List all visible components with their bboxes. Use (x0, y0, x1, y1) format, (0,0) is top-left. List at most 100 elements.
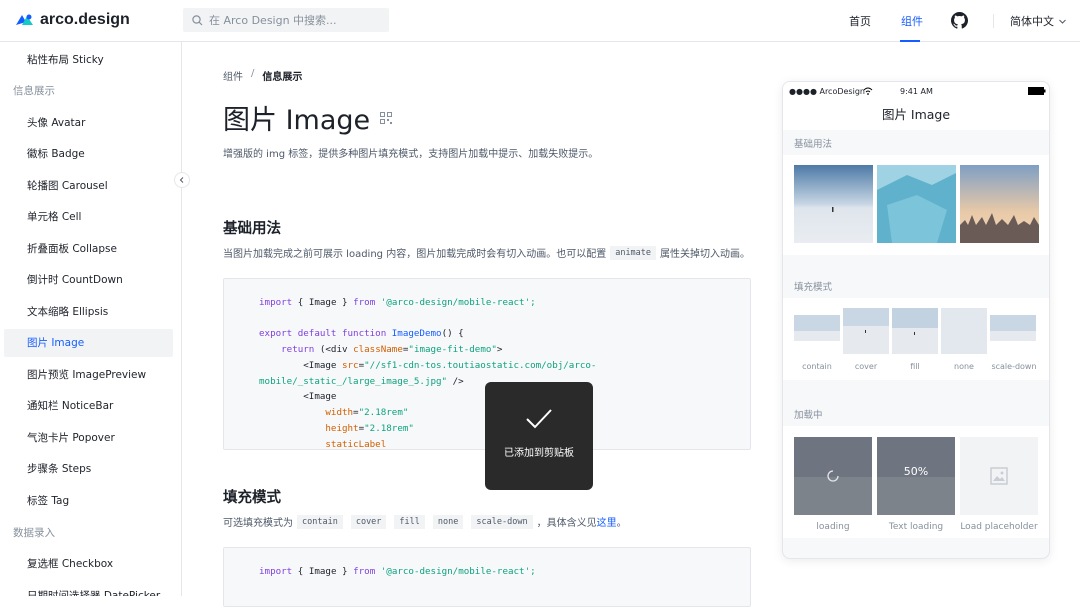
placeholder-image[interactable] (960, 437, 1038, 515)
search-box[interactable] (183, 8, 389, 32)
breadcrumb-parent[interactable]: 组件 (223, 68, 243, 83)
code-line: import { Image } from '@arco-design/mobi… (259, 297, 536, 308)
sidebar-item-cell[interactable]: 单元格 Cell (4, 203, 173, 231)
language-select[interactable]: 简体中文 (1010, 0, 1067, 42)
fill-tag-contain: contain (297, 514, 343, 529)
fit-label-contain: contain (802, 362, 832, 371)
check-icon (526, 409, 552, 429)
sidebar-item-noticebar[interactable]: 通知栏 NoticeBar (4, 392, 173, 420)
image-placeholder-icon (990, 467, 1008, 485)
sidebar-item-steps[interactable]: 步骤条 Steps (4, 455, 173, 483)
fill-desc-after: ，具体含义见 (536, 518, 597, 529)
fit-label-cover: cover (854, 362, 878, 371)
code-line: height="2.18rem" (259, 423, 414, 434)
fill-desc-before: 可选填充模式为 (223, 518, 293, 529)
nav-components[interactable]: 组件 (901, 0, 923, 42)
sidebar-item-checkbox[interactable]: 复选框 Checkbox (4, 550, 173, 578)
fit-label-fill: fill (910, 362, 920, 371)
loading-image[interactable] (794, 437, 872, 515)
phone-time: 9:41 AM (900, 86, 933, 96)
sidebar-item-avatar[interactable]: 头像 Avatar (4, 109, 173, 137)
sidebar-item-sticky[interactable]: 粘性布局 Sticky (4, 46, 173, 74)
mobile-preview: ●●●● ArcoDesign 9:41 AM 图片 Image 基础用法 填充… (782, 81, 1050, 559)
sidebar-item-collapse[interactable]: 折叠面板 Collapse (4, 235, 173, 263)
sidebar-group-input: 数据录入 (13, 527, 55, 539)
sidebar-item-carousel[interactable]: 轮播图 Carousel (4, 172, 173, 200)
sidebar-collapse-button[interactable] (174, 172, 190, 188)
nav-active-indicator (900, 40, 920, 42)
logo[interactable]: arco.design (16, 10, 130, 30)
sidebar-item-tag[interactable]: 标签 Tag (4, 487, 173, 515)
sample-image-city[interactable] (960, 165, 1039, 243)
phone-panel-basic (783, 155, 1049, 255)
sidebar-item-popover[interactable]: 气泡卡片 Popover (4, 424, 173, 452)
section-desc-fill: 可选填充模式为 contain cover fill none scale-do… (223, 514, 627, 529)
fill-doc-link[interactable]: 这里 (597, 514, 617, 529)
chevron-down-icon (1059, 19, 1066, 24)
section-title-basic: 基础用法 (223, 221, 281, 237)
sidebar-item-datepicker[interactable]: 日期时间选择器 DatePicker (4, 582, 173, 596)
fit-image-scale-down[interactable] (990, 315, 1036, 349)
fit-label-none: none (954, 362, 974, 371)
sidebar-group-display: 信息展示 (13, 85, 55, 97)
fit-image-contain[interactable] (794, 315, 840, 349)
phone-nav-title: 图片 Image (783, 100, 1049, 130)
fit-image-none[interactable] (941, 308, 987, 354)
basic-desc-tag: animate (610, 245, 657, 260)
divider (993, 14, 994, 28)
section-title-fill: 填充模式 (223, 490, 281, 506)
breadcrumb-separator: / (251, 68, 255, 79)
breadcrumb-current: 信息展示 (262, 72, 303, 83)
sidebar-item-imagepreview[interactable]: 图片预览 ImagePreview (4, 361, 173, 389)
qrcode-icon[interactable] (380, 111, 393, 124)
fill-tag-none: none (432, 514, 464, 529)
fill-desc-period: 。 (616, 518, 627, 529)
code-line: width="2.18rem" (259, 407, 409, 418)
code-line: return (<div className="image-fit-demo"> (259, 344, 503, 355)
sample-image-ice[interactable] (877, 165, 956, 243)
wifi-icon (863, 87, 873, 95)
section-desc-basic: 当图片加载完成之前可展示 loading 内容，图片加载完成时会有切入动画。也可… (223, 245, 750, 260)
code-line: <Image (259, 391, 337, 402)
fill-tag-cover: cover (350, 514, 387, 529)
loading-label: loading (816, 522, 850, 532)
basic-desc-before: 当图片加载完成之前可展示 loading 内容，图片加载完成时会有切入动画。也可… (223, 249, 607, 260)
phone-status-bar: ●●●● ArcoDesign 9:41 AM (783, 82, 1049, 100)
sidebar-item-ellipsis[interactable]: 文本缩略 Ellipsis (4, 298, 173, 326)
breadcrumb: 组件 / 信息展示 (223, 68, 302, 83)
nav-home[interactable]: 首页 (849, 0, 871, 42)
sidebar-item-countdown[interactable]: 倒计时 CountDown (4, 266, 173, 294)
page-title: 图片 Image (223, 98, 393, 137)
code-line: staticLabel (259, 439, 387, 450)
code-block-fill[interactable]: import { Image } from '@arco-design/mobi… (223, 547, 751, 607)
copy-toast: 已添加到剪贴板 (485, 382, 593, 490)
github-icon[interactable] (951, 12, 968, 29)
chevron-left-icon (179, 177, 184, 183)
search-input[interactable] (209, 13, 379, 27)
page-title-text: 图片 Image (223, 105, 371, 136)
phone-panel-fill: contain cover fill none scale-down (783, 298, 1049, 380)
fit-image-cover[interactable] (843, 308, 889, 354)
top-bar: arco.design 首页 组件 简体中文 (0, 0, 1080, 42)
phone-section-fill: 填充模式 (794, 282, 833, 293)
phone-panel-loading: 50% loading Text loading Load placeholde… (783, 426, 1049, 538)
code-line: export default function ImageDemo() { (259, 328, 464, 339)
logo-text: arco.design (40, 11, 130, 28)
language-label: 简体中文 (1010, 15, 1054, 28)
fill-tag-scale-down: scale-down (471, 514, 533, 529)
toast-text: 已添加到剪贴板 (504, 448, 574, 459)
search-icon (192, 14, 203, 25)
sidebar-item-image[interactable]: 图片 Image (4, 329, 173, 357)
fit-image-fill[interactable] (892, 308, 938, 354)
text-loading-image[interactable]: 50% (877, 437, 955, 515)
basic-desc-after: 属性关掉切入动画。 (660, 249, 751, 260)
arco-logo-icon (16, 14, 33, 25)
text-loading-label: Text loading (888, 522, 944, 532)
code-line: import { Image } from '@arco-design/mobi… (259, 566, 536, 577)
sample-image-snowfield[interactable] (794, 165, 873, 243)
sidebar: 粘性布局 Sticky 信息展示 头像 Avatar 徽标 Badge 轮播图 … (0, 42, 182, 596)
loading-percent: 50% (903, 465, 929, 478)
placeholder-label: Load placeholder (960, 522, 1038, 532)
phone-carrier: ●●●● ArcoDesign (789, 86, 865, 96)
sidebar-item-badge[interactable]: 徽标 Badge (4, 140, 173, 168)
